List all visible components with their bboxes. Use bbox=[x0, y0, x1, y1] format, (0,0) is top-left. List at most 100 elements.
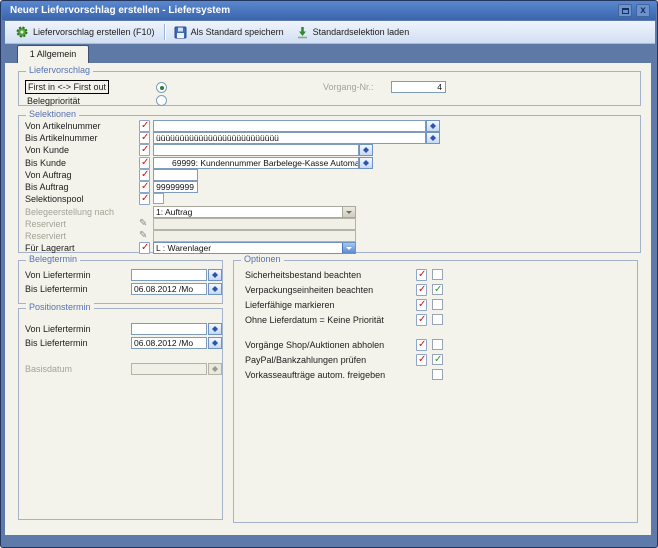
window-title: Neuer Liefervorschlag erstellen - Liefer… bbox=[10, 5, 230, 16]
von-kunde-field[interactable] bbox=[153, 144, 359, 156]
selection-pin-icon[interactable] bbox=[139, 242, 150, 254]
selection-pin-icon[interactable] bbox=[416, 354, 427, 366]
group-title: Selektionen bbox=[26, 109, 79, 119]
group-liefervorschlag: Liefervorschlag First in <-> First out B… bbox=[18, 71, 641, 106]
radio-belegprioritaet[interactable] bbox=[156, 95, 167, 106]
vorkasseauftraege-checkbox[interactable] bbox=[432, 369, 443, 380]
selection-pin-icon[interactable] bbox=[416, 314, 427, 326]
beleg-von-liefertermin-field[interactable] bbox=[131, 269, 207, 281]
field-label: Von Artikelnummer bbox=[25, 121, 101, 132]
group-title: Liefervorschlag bbox=[26, 65, 93, 75]
create-delivery-proposal-button[interactable]: Liefervorschlag erstellen (F10) bbox=[9, 23, 161, 42]
download-icon bbox=[296, 26, 309, 39]
verpackungseinheiten-checkbox[interactable] bbox=[432, 284, 443, 295]
selection-pin-icon[interactable] bbox=[139, 132, 150, 144]
restore-window-button[interactable] bbox=[618, 4, 632, 17]
belegerstellung-combobox[interactable]: 1: Auftrag bbox=[153, 206, 356, 218]
selection-pin-icon[interactable] bbox=[139, 120, 150, 132]
selection-pin-icon[interactable] bbox=[416, 339, 427, 351]
save-as-default-button[interactable]: Als Standard speichern bbox=[168, 23, 290, 42]
edit-icon bbox=[139, 230, 150, 242]
option-label: PayPal/Bankzahlungen prüfen bbox=[245, 355, 366, 366]
field-label: Selektionspool bbox=[25, 194, 84, 205]
spinner-button[interactable] bbox=[426, 120, 440, 132]
tab-page-allgemein: Liefervorschlag First in <-> First out B… bbox=[5, 63, 651, 535]
von-auftrag-field[interactable] bbox=[153, 169, 198, 181]
lagerart-combobox[interactable]: L : Warenlager bbox=[153, 242, 356, 254]
spinner-button[interactable] bbox=[208, 283, 222, 295]
dialog-window: Neuer Liefervorschlag erstellen - Liefer… bbox=[0, 0, 658, 548]
field-label: Bis Artikelnummer bbox=[25, 133, 98, 144]
reserviert-field-2 bbox=[153, 230, 356, 242]
ohne-lieferdatum-checkbox[interactable] bbox=[432, 314, 443, 325]
sicherheitsbestand-checkbox[interactable] bbox=[432, 269, 443, 280]
field-label: Für Lagerart bbox=[25, 243, 75, 254]
selection-pin-icon[interactable] bbox=[139, 144, 150, 156]
spinner-button[interactable] bbox=[359, 157, 373, 169]
selection-pin-icon[interactable] bbox=[416, 269, 427, 281]
pos-bis-liefertermin-field[interactable]: 06.08.2012 /Mo bbox=[131, 337, 207, 349]
spinner-button[interactable] bbox=[208, 337, 222, 349]
dropdown-arrow-icon[interactable] bbox=[342, 207, 355, 217]
spinner-button[interactable] bbox=[359, 144, 373, 156]
close-window-button[interactable]: x bbox=[636, 4, 650, 17]
button-label: Als Standard speichern bbox=[191, 27, 284, 37]
tab-strip: 1 Allgemein bbox=[5, 44, 655, 63]
dropdown-arrow-icon[interactable] bbox=[342, 243, 355, 253]
group-optionen: Optionen Sicherheitsbestand beachten Ver… bbox=[233, 260, 638, 523]
field-label: Bis Kunde bbox=[25, 158, 66, 169]
beleg-bis-liefertermin-field[interactable]: 06.08.2012 /Mo bbox=[131, 283, 207, 295]
selection-pin-icon[interactable] bbox=[416, 299, 427, 311]
option-label: Vorkasseaufträge autom. freigeben bbox=[245, 370, 385, 381]
spinner-button[interactable] bbox=[208, 269, 222, 281]
combobox-value: L : Warenlager bbox=[156, 243, 211, 253]
vorgang-nr-field[interactable]: 4 bbox=[391, 81, 446, 93]
tab-allgemein[interactable]: 1 Allgemein bbox=[17, 45, 89, 63]
load-default-selection-button[interactable]: Standardselektion laden bbox=[290, 23, 416, 42]
vorgang-nr-label: Vorgang-Nr.: bbox=[323, 82, 374, 93]
selection-pin-icon[interactable] bbox=[139, 181, 150, 193]
selection-pin-icon[interactable] bbox=[139, 157, 150, 169]
group-belegtermin: Belegtermin Von Liefertermin Bis Liefert… bbox=[18, 260, 223, 304]
option-label: Vorgänge Shop/Auktionen abholen bbox=[245, 340, 384, 351]
radio-fifo[interactable] bbox=[156, 82, 167, 93]
group-title: Belegtermin bbox=[26, 254, 80, 264]
selection-pin-icon[interactable] bbox=[416, 284, 427, 296]
spinner-button[interactable] bbox=[426, 132, 440, 144]
selection-pin-icon[interactable] bbox=[139, 169, 150, 181]
bis-artikelnummer-field[interactable]: üüüüüüüüüüüüüüüüüüüüüüüüüü bbox=[153, 132, 426, 144]
radio-label-fifo[interactable]: First in <-> First out bbox=[25, 80, 109, 94]
spinner-button[interactable] bbox=[208, 323, 222, 335]
group-title: Optionen bbox=[241, 254, 284, 264]
von-artikelnummer-field[interactable] bbox=[153, 120, 426, 132]
selektionspool-checkbox[interactable] bbox=[153, 193, 164, 204]
lieferfaehige-checkbox[interactable] bbox=[432, 299, 443, 310]
field-label: Reserviert bbox=[25, 219, 66, 230]
option-label: Lieferfähige markieren bbox=[245, 300, 335, 311]
restore-icon bbox=[622, 8, 629, 14]
basisdatum-field bbox=[131, 363, 207, 375]
option-label: Verpackungseinheiten beachten bbox=[245, 285, 373, 296]
pos-von-liefertermin-field[interactable] bbox=[131, 323, 207, 335]
radio-label-belegprioritaet[interactable]: Belegpriorität bbox=[27, 96, 80, 107]
vorgaenge-shop-checkbox[interactable] bbox=[432, 339, 443, 350]
titlebar[interactable]: Neuer Liefervorschlag erstellen - Liefer… bbox=[2, 1, 656, 20]
combobox-value: 1: Auftrag bbox=[156, 207, 192, 217]
field-label: Basisdatum bbox=[25, 364, 72, 375]
paypal-bankzahlungen-checkbox[interactable] bbox=[432, 354, 443, 365]
selection-pin-icon[interactable] bbox=[139, 193, 150, 205]
field-label: Von Kunde bbox=[25, 145, 69, 156]
field-label: Bis Auftrag bbox=[25, 182, 69, 193]
field-label: Von Liefertermin bbox=[25, 270, 91, 281]
field-label: Bis Liefertermin bbox=[25, 284, 88, 295]
bis-auftrag-field[interactable]: 99999999 bbox=[153, 181, 198, 193]
field-label: Von Auftrag bbox=[25, 170, 72, 181]
bis-kunde-field[interactable]: 69999: Kundennummer Barbelege-Kasse Auto… bbox=[153, 157, 359, 169]
field-label: Reserviert bbox=[25, 231, 66, 242]
edit-icon bbox=[139, 218, 150, 230]
field-label: Belegeerstellung nach bbox=[25, 207, 114, 218]
toolbar-separator bbox=[164, 24, 165, 40]
group-positionstermin: Positionstermin Von Liefertermin Bis Lie… bbox=[18, 308, 223, 520]
group-title: Positionstermin bbox=[26, 302, 94, 312]
group-selektionen: Selektionen Von Artikelnummer Bis Artike… bbox=[18, 115, 641, 253]
